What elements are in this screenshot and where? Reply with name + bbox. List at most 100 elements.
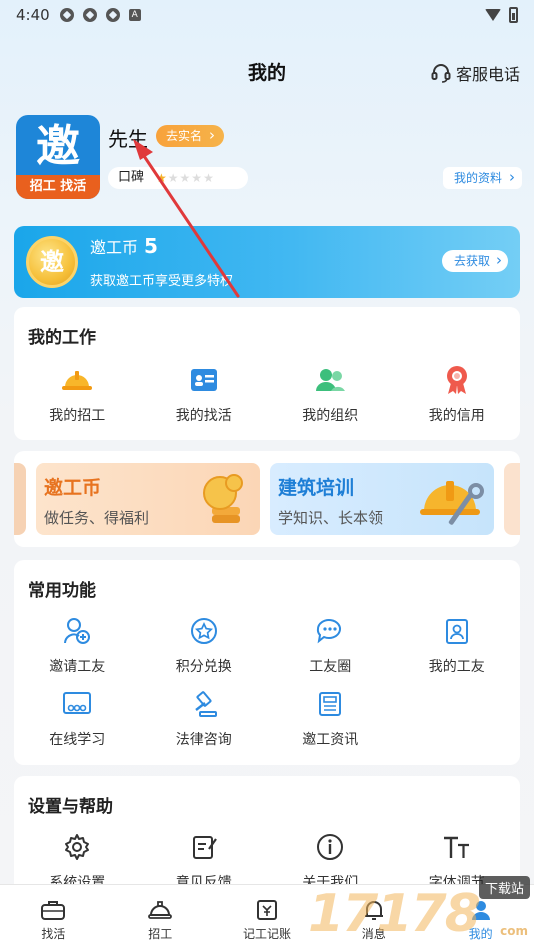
news-label: 邀工资讯 bbox=[302, 732, 359, 748]
my-recruit-label: 我的招工 bbox=[49, 408, 106, 424]
news-icon bbox=[314, 689, 346, 719]
nav-ledger[interactable]: 记工记账 bbox=[214, 885, 321, 950]
nav-find-work[interactable]: 找活 bbox=[0, 885, 107, 950]
user-name[interactable]: 先生 bbox=[108, 123, 148, 152]
my-org-label: 我的组织 bbox=[302, 408, 359, 424]
coin-subtitle: 获取邀工币享受更多特权 bbox=[90, 274, 234, 289]
video-icon bbox=[61, 689, 93, 719]
top-bar: 我的 客服电话 bbox=[0, 50, 534, 90]
promo-coins-tile[interactable]: 邀工币 做任务、得福利 bbox=[36, 463, 260, 535]
nav-ledger-label: 记工记账 bbox=[242, 927, 291, 941]
news-item[interactable]: 邀工资讯 bbox=[267, 689, 394, 749]
star-badge-icon bbox=[188, 616, 220, 646]
promo-coins-subtitle: 做任务、得福利 bbox=[44, 509, 150, 527]
coin-banner[interactable]: 邀 邀工币 5 获取邀工币享受更多特权 去获取 bbox=[14, 226, 520, 298]
reputation-stars: ★★★★★ bbox=[156, 167, 215, 189]
invite-friends-label: 邀请工友 bbox=[49, 659, 106, 675]
star-icon: ★ bbox=[191, 171, 204, 185]
my-work-card: 我的工作 我的招工 我的找活 我的组织 我的信用 bbox=[14, 307, 520, 440]
promo-training-tile[interactable]: 建筑培训 学知识、长本领 bbox=[270, 463, 494, 535]
nav-recruit-label: 招工 bbox=[148, 927, 173, 941]
promo-prev-peek bbox=[14, 463, 26, 535]
my-recruit-item[interactable]: 我的招工 bbox=[14, 365, 141, 425]
promo-next-peek bbox=[504, 463, 520, 535]
notification-icon bbox=[105, 8, 120, 22]
star-icon: ★ bbox=[203, 171, 215, 185]
invite-icon bbox=[61, 616, 93, 646]
my-work-title: 我的工作 bbox=[28, 328, 96, 348]
status-bar: 4:40 A bbox=[0, 0, 534, 30]
coin-count: 5 bbox=[144, 234, 158, 258]
watermark-tag: 下载站 bbox=[478, 876, 530, 899]
profile-header: 邀 招工 找活 先生 去实名 口碑 ★★★★★ 我的资料 bbox=[16, 115, 522, 200]
chat-icon bbox=[314, 616, 346, 646]
star-icon: ★ bbox=[167, 171, 180, 185]
briefcase-icon bbox=[41, 901, 66, 920]
logo-char: 邀 bbox=[36, 121, 80, 172]
my-jobs-label: 我的找活 bbox=[175, 408, 232, 424]
worker-circle-item[interactable]: 工友圈 bbox=[267, 616, 394, 676]
battery-icon bbox=[509, 7, 518, 23]
nav-find-work-label: 找活 bbox=[41, 927, 66, 941]
my-credit-item[interactable]: 我的信用 bbox=[394, 365, 521, 425]
worker-circle-label: 工友圈 bbox=[309, 659, 352, 675]
star-icon: ★ bbox=[179, 171, 192, 185]
verify-button[interactable]: 去实名 bbox=[156, 124, 225, 147]
headset-icon bbox=[431, 64, 451, 83]
star-icon: ★ bbox=[156, 171, 168, 185]
settings-title: 设置与帮助 bbox=[28, 797, 113, 817]
points-exchange-item[interactable]: 积分兑换 bbox=[141, 616, 268, 676]
watermark-suffix: com bbox=[500, 924, 528, 938]
reputation-pill[interactable]: 口碑 ★★★★★ bbox=[108, 167, 248, 189]
medal-icon bbox=[441, 365, 473, 395]
notification-icon bbox=[59, 8, 74, 22]
contacts-icon bbox=[441, 616, 473, 646]
coin-title: 邀工币 5 bbox=[90, 234, 158, 258]
resume-icon bbox=[188, 365, 220, 395]
customer-service-button[interactable]: 客服电话 bbox=[430, 61, 520, 85]
status-time: 4:40 bbox=[16, 6, 50, 24]
coin-title-text: 邀工币 bbox=[90, 238, 139, 257]
my-jobs-item[interactable]: 我的找活 bbox=[141, 365, 268, 425]
gavel-icon bbox=[188, 689, 220, 719]
helmet-wrench-icon bbox=[420, 481, 484, 525]
helmet-icon bbox=[148, 901, 173, 919]
online-learning-item[interactable]: 在线学习 bbox=[14, 689, 141, 749]
coins-stack-icon bbox=[203, 474, 243, 523]
legal-advice-item[interactable]: 法律咨询 bbox=[141, 689, 268, 749]
points-exchange-label: 积分兑换 bbox=[175, 659, 232, 675]
site-watermark: 17178 下载站 com bbox=[308, 874, 534, 950]
wifi-icon bbox=[485, 9, 501, 21]
info-icon bbox=[314, 832, 346, 862]
hardhat-icon bbox=[61, 365, 93, 395]
feedback-icon bbox=[188, 832, 220, 862]
notification-icon bbox=[82, 8, 97, 22]
watermark-digits: 17178 bbox=[308, 884, 481, 944]
coin-icon: 邀 bbox=[26, 236, 78, 288]
common-functions-title: 常用功能 bbox=[28, 581, 96, 601]
app-logo[interactable]: 邀 招工 找活 bbox=[16, 115, 100, 199]
my-info-button[interactable]: 我的资料 bbox=[442, 166, 522, 189]
common-functions-card: 常用功能 邀请工友 积分兑换 工友圈 我的工友 在线学习 法律咨询 邀工资讯 bbox=[14, 560, 520, 765]
my-org-item[interactable]: 我的组织 bbox=[267, 365, 394, 425]
promo-training-subtitle: 学知识、长本领 bbox=[278, 509, 384, 527]
my-credit-label: 我的信用 bbox=[428, 408, 485, 424]
a-notification-icon: A bbox=[128, 9, 141, 21]
promo-training-title: 建筑培训 bbox=[278, 477, 355, 499]
legal-advice-label: 法律咨询 bbox=[175, 732, 232, 748]
system-settings-item[interactable]: 系统设置 bbox=[14, 832, 141, 892]
gear-icon bbox=[61, 832, 93, 862]
logo-band: 招工 找活 bbox=[16, 175, 100, 199]
invite-friends-item[interactable]: 邀请工友 bbox=[14, 616, 141, 676]
reputation-label: 口碑 bbox=[118, 170, 145, 185]
feedback-item[interactable]: 意见反馈 bbox=[141, 832, 268, 892]
promo-carousel[interactable]: 邀工币 做任务、得福利 建筑培训 学知识、长本领 bbox=[14, 451, 520, 547]
ledger-icon bbox=[256, 900, 277, 920]
my-workmates-item[interactable]: 我的工友 bbox=[394, 616, 521, 676]
font-size-icon bbox=[441, 832, 473, 862]
get-coins-button[interactable]: 去获取 bbox=[441, 249, 508, 272]
group-icon bbox=[314, 365, 346, 395]
online-learning-label: 在线学习 bbox=[49, 732, 106, 748]
nav-recruit[interactable]: 招工 bbox=[107, 885, 214, 950]
promo-coins-title: 邀工币 bbox=[44, 477, 102, 499]
